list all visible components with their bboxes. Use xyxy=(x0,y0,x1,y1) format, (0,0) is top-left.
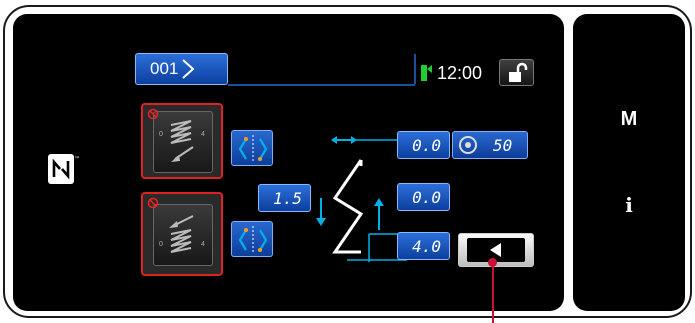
info-button[interactable]: i xyxy=(573,193,685,217)
speed-button[interactable]: 50 xyxy=(452,131,528,159)
svg-text:4: 4 xyxy=(201,241,205,248)
length-value-button[interactable]: 4.0 xyxy=(397,232,450,260)
header-underline xyxy=(228,84,415,86)
speed-icon xyxy=(459,136,477,154)
triangle-left-icon xyxy=(490,243,501,257)
reverse-pitch-value-button[interactable]: 1.5 xyxy=(258,184,311,212)
unlock-icon xyxy=(509,62,528,82)
zigzag-stitch xyxy=(332,159,364,254)
nfc-icon: ™ xyxy=(48,154,79,184)
svg-text:0: 0 xyxy=(159,241,163,248)
time-display: 12:00 xyxy=(437,63,483,83)
end-backtack-pattern[interactable]: 0 4 xyxy=(141,192,223,276)
needle-swap-icon xyxy=(238,226,268,254)
chevron-right-icon xyxy=(182,59,195,79)
speed-value: 50 xyxy=(493,135,513,155)
back-button-inner xyxy=(467,238,525,262)
end-toggle-button[interactable] xyxy=(231,221,273,257)
svg-text:0: 0 xyxy=(159,131,163,138)
svg-text:4: 4 xyxy=(201,131,205,138)
program-number: 001 xyxy=(150,59,179,78)
needle-swap-icon xyxy=(238,135,268,163)
start-backtack-pattern[interactable]: 0 4 xyxy=(141,103,223,179)
lock-button[interactable] xyxy=(499,59,534,86)
end-backtack-zigzag-icon: 0 4 xyxy=(159,215,205,253)
svg-text:™: ™ xyxy=(74,156,79,163)
start-backtack-zigzag-icon: 0 4 xyxy=(159,120,205,162)
header-divider xyxy=(414,54,416,84)
side-panel: M i xyxy=(573,14,685,311)
callout-line xyxy=(492,262,494,323)
callout-dot xyxy=(488,258,497,267)
main-screen: 001 12:00 ™ 0 4 0 4 0.0 50 1.5 0.0 4.0 xyxy=(13,14,564,311)
width-value-button[interactable]: 0.0 xyxy=(397,131,450,159)
forward-pitch-value-button[interactable]: 0.0 xyxy=(397,183,450,211)
machine-status-icon xyxy=(421,65,432,81)
program-number-button[interactable]: 001 xyxy=(135,53,228,85)
menu-button[interactable]: M xyxy=(573,108,685,131)
start-toggle-button[interactable] xyxy=(231,130,273,166)
